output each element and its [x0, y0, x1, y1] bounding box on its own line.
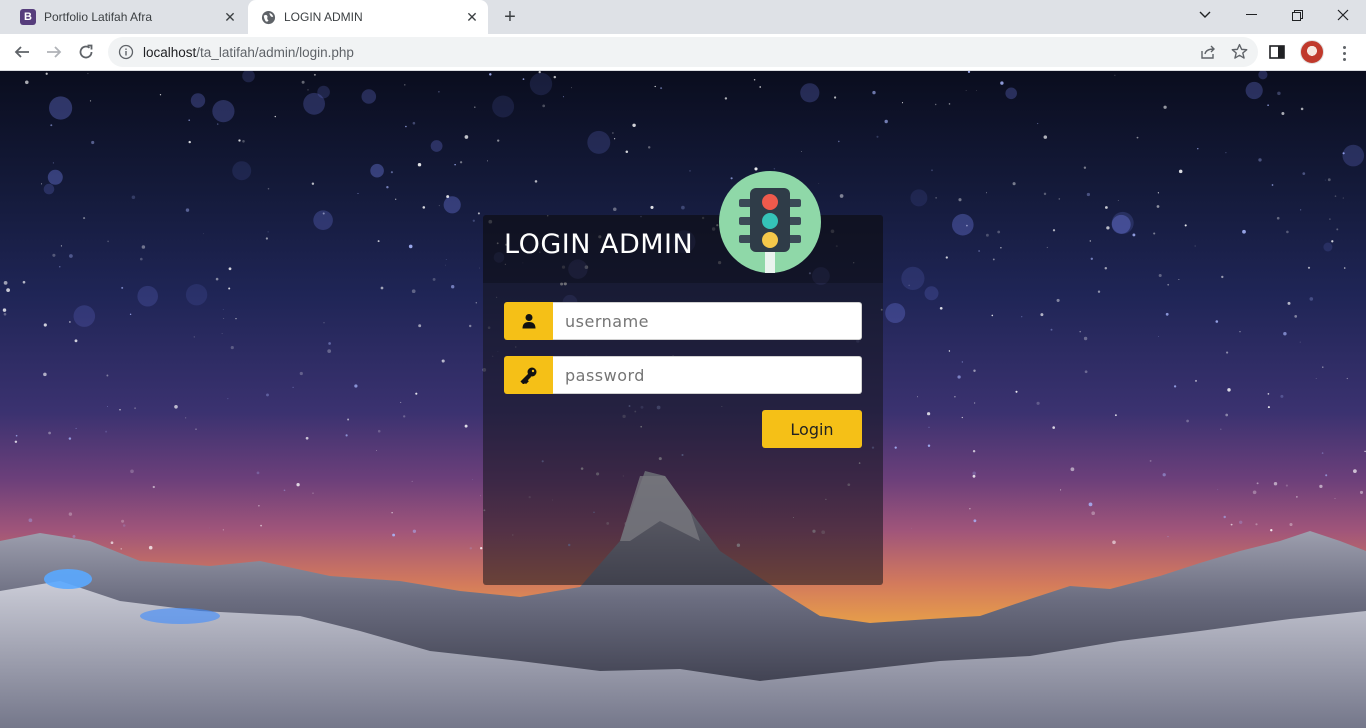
reload-button[interactable] — [72, 38, 100, 66]
globe-icon — [260, 9, 276, 25]
tab-login-admin[interactable]: LOGIN ADMIN ✕ — [248, 0, 488, 34]
url-text: localhost/ta_latifah/admin/login.php — [143, 45, 354, 60]
tab-portfolio[interactable]: B Portfolio Latifah Afra ✕ — [8, 0, 246, 34]
bootstrap-icon: B — [20, 9, 36, 25]
username-input-group — [504, 302, 862, 340]
restore-button[interactable] — [1274, 0, 1320, 30]
tab-title: LOGIN ADMIN — [284, 10, 363, 24]
back-button[interactable] — [8, 38, 36, 66]
password-input-group — [504, 356, 862, 394]
login-button[interactable]: Login — [762, 410, 862, 448]
address-bar[interactable]: localhost/ta_latifah/admin/login.php — [108, 37, 1258, 67]
login-card: LOGIN ADMIN Login — [483, 171, 883, 585]
login-title: LOGIN ADMIN — [504, 229, 694, 260]
profile-avatar[interactable] — [1300, 40, 1324, 64]
page-viewport: LOGIN ADMIN Login — [0, 71, 1366, 728]
tab-title: Portfolio Latifah Afra — [44, 10, 153, 24]
forward-button[interactable] — [40, 38, 68, 66]
browser-menu-icon[interactable] — [1332, 41, 1356, 65]
bookmark-star-icon[interactable] — [1231, 43, 1248, 65]
new-tab-button[interactable]: + — [498, 5, 522, 29]
share-icon[interactable] — [1200, 44, 1216, 65]
close-window-button[interactable] — [1320, 0, 1366, 30]
user-icon — [504, 302, 553, 340]
username-input[interactable] — [553, 302, 862, 340]
close-icon[interactable]: ✕ — [462, 7, 482, 27]
tab-strip: B Portfolio Latifah Afra ✕ LOGIN ADMIN ✕… — [0, 0, 1366, 34]
minimize-button[interactable] — [1228, 0, 1274, 30]
info-icon[interactable] — [118, 44, 134, 60]
tab-search-icon[interactable] — [1182, 0, 1228, 30]
close-icon[interactable]: ✕ — [220, 7, 240, 27]
key-icon — [504, 356, 553, 394]
side-panel-icon[interactable] — [1268, 43, 1288, 63]
traffic-light-icon — [719, 171, 821, 273]
browser-toolbar: localhost/ta_latifah/admin/login.php — [0, 34, 1366, 71]
password-input[interactable] — [553, 356, 862, 394]
